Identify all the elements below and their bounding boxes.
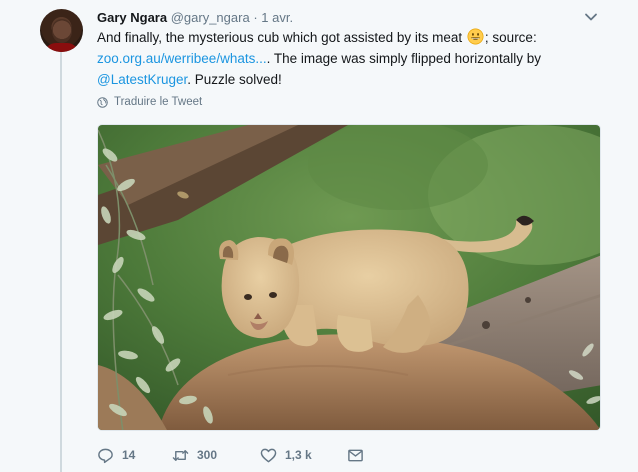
like-button[interactable]: 1,3 k — [260, 447, 347, 464]
heart-icon — [260, 448, 277, 462]
tweet-text-part: And finally, the mysterious cub which go… — [97, 30, 466, 45]
reply-icon — [98, 448, 113, 463]
tweet-text: And finally, the mysterious cub which go… — [97, 27, 597, 90]
tweet-text-part: ; source: — [484, 30, 537, 45]
retweet-count: 300 — [197, 448, 218, 462]
tweet-photo[interactable] — [97, 124, 601, 431]
source-link[interactable]: zoo.org.au/werribee/whats... — [97, 51, 267, 66]
direct-message-button[interactable] — [347, 447, 364, 464]
tweet-header: Gary Ngara @gary_ngara · 1 avr. — [97, 9, 598, 26]
globe-icon — [97, 96, 108, 108]
retweet-icon — [172, 449, 189, 461]
grinning-face-emoji-icon — [467, 28, 484, 45]
tweet-text-part: . Puzzle solved! — [187, 72, 282, 87]
author-handle[interactable]: @gary_ngara — [171, 10, 250, 25]
reply-button[interactable]: 14 — [97, 447, 172, 464]
tweet-text-part: . The image was simply flipped horizonta… — [266, 51, 541, 66]
author-name[interactable]: Gary Ngara — [97, 10, 167, 25]
translate-label: Traduire le Tweet — [114, 96, 203, 108]
envelope-icon — [348, 449, 363, 461]
thread-line — [60, 50, 62, 472]
lion-cub-photo — [98, 125, 600, 430]
avatar-face — [52, 19, 72, 43]
retweet-button[interactable]: 300 — [172, 447, 260, 464]
tweet-date[interactable]: 1 avr. — [261, 10, 293, 25]
chevron-down-icon[interactable] — [583, 9, 599, 25]
tweet-actions: 14 300 1,3 k — [97, 445, 364, 465]
translate-tweet[interactable]: Traduire le Tweet — [97, 96, 202, 108]
avatar-shirt — [44, 43, 79, 52]
avatar[interactable] — [40, 9, 83, 52]
reply-count: 14 — [122, 448, 136, 462]
separator-dot: · — [253, 10, 258, 25]
like-count: 1,3 k — [285, 448, 312, 462]
mention-link[interactable]: @LatestKruger — [97, 72, 187, 87]
